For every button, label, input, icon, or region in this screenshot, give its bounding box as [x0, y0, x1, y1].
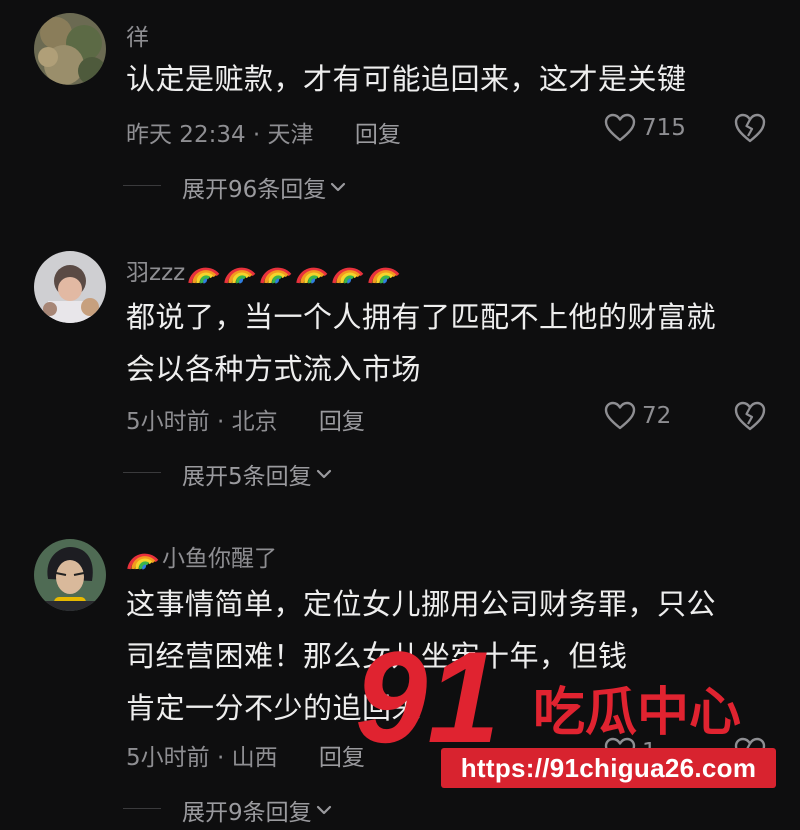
rainbow-emoji [295, 255, 329, 285]
comment-line: 认定是赃款，才有可能追回来，这才是关键 [126, 62, 687, 96]
expand-replies-button[interactable]: 展开9条回复 [123, 793, 332, 827]
rainbow-emoji [367, 255, 401, 285]
broken-heart-icon[interactable] [733, 400, 767, 432]
comment-text: 认定是赃款，才有可能追回来，这才是关键 [126, 53, 766, 105]
rainbow-emoji [331, 255, 365, 285]
comment-text: 都说了，当一个人拥有了匹配不上他的财富就 会以各种方式流入市场 [126, 291, 766, 395]
like-count: 715 [642, 115, 686, 141]
chevron-down-icon [316, 804, 332, 816]
time-location: 昨天 22:34 · 天津 [126, 122, 314, 148]
avatar[interactable] [34, 539, 106, 611]
rainbow-emoji [259, 255, 293, 285]
comment-line: 会以各种方式流入市场 [126, 352, 422, 386]
comment-line: 都说了，当一个人拥有了匹配不上他的财富就 [126, 300, 717, 334]
rainbow-emoji [223, 255, 257, 285]
comment-meta: 5小时前 · 山西 回复 [126, 738, 365, 772]
chevron-down-icon [330, 181, 346, 193]
divider-line [123, 185, 161, 186]
rainbow-emoji [187, 255, 221, 285]
comment-meta: 5小时前 · 北京 回复 [126, 402, 365, 436]
divider-line [123, 472, 161, 473]
comment-meta: 昨天 22:34 · 天津 回复 [126, 115, 401, 149]
like-count: 72 [642, 403, 672, 429]
username-text: 羽zzz [126, 260, 186, 286]
username[interactable]: 羽zzz [126, 253, 401, 287]
rainbow-emoji [126, 541, 160, 571]
expand-replies-button[interactable]: 展开5条回复 [123, 457, 332, 491]
expand-replies-label: 展开9条回复 [182, 800, 312, 826]
username-text: 小鱼你醒了 [162, 546, 277, 572]
heart-icon [604, 113, 636, 143]
time-location: 5小时前 · 北京 [126, 409, 278, 435]
heart-icon [604, 401, 636, 431]
expand-replies-button[interactable]: 展开96条回复 [123, 170, 346, 204]
username[interactable]: 小鱼你醒了 [126, 539, 277, 573]
chevron-down-icon [316, 468, 332, 480]
reply-button[interactable]: 回复 [319, 409, 365, 435]
reply-button[interactable]: 回复 [355, 122, 401, 148]
watermark-url: https://91chigua26.com [441, 748, 776, 788]
username-text: 徉 [126, 25, 149, 51]
time-location: 5小时前 · 山西 [126, 745, 278, 771]
expand-replies-label: 展开96条回复 [182, 177, 327, 203]
comment-text: 这事情简单，定位女儿挪用公司财务罪，只公 司经营困难！那么女儿坐牢十年，但钱 肯… [126, 578, 766, 734]
comment-line: 肯定一分不少的追回来 [126, 691, 422, 725]
broken-heart-icon[interactable] [733, 112, 767, 144]
comment-line: 这事情简单，定位女儿挪用公司财务罪，只公 [126, 587, 717, 621]
expand-replies-label: 展开5条回复 [182, 464, 312, 490]
like-button[interactable]: 715 [604, 113, 686, 143]
divider-line [123, 808, 161, 809]
username[interactable]: 徉 [126, 18, 149, 52]
avatar[interactable] [34, 13, 106, 85]
comment-line: 司经营困难！那么女儿坐牢十年，但钱 [126, 639, 628, 673]
reply-button[interactable]: 回复 [319, 745, 365, 771]
avatar[interactable] [34, 251, 106, 323]
like-button[interactable]: 72 [604, 401, 671, 431]
